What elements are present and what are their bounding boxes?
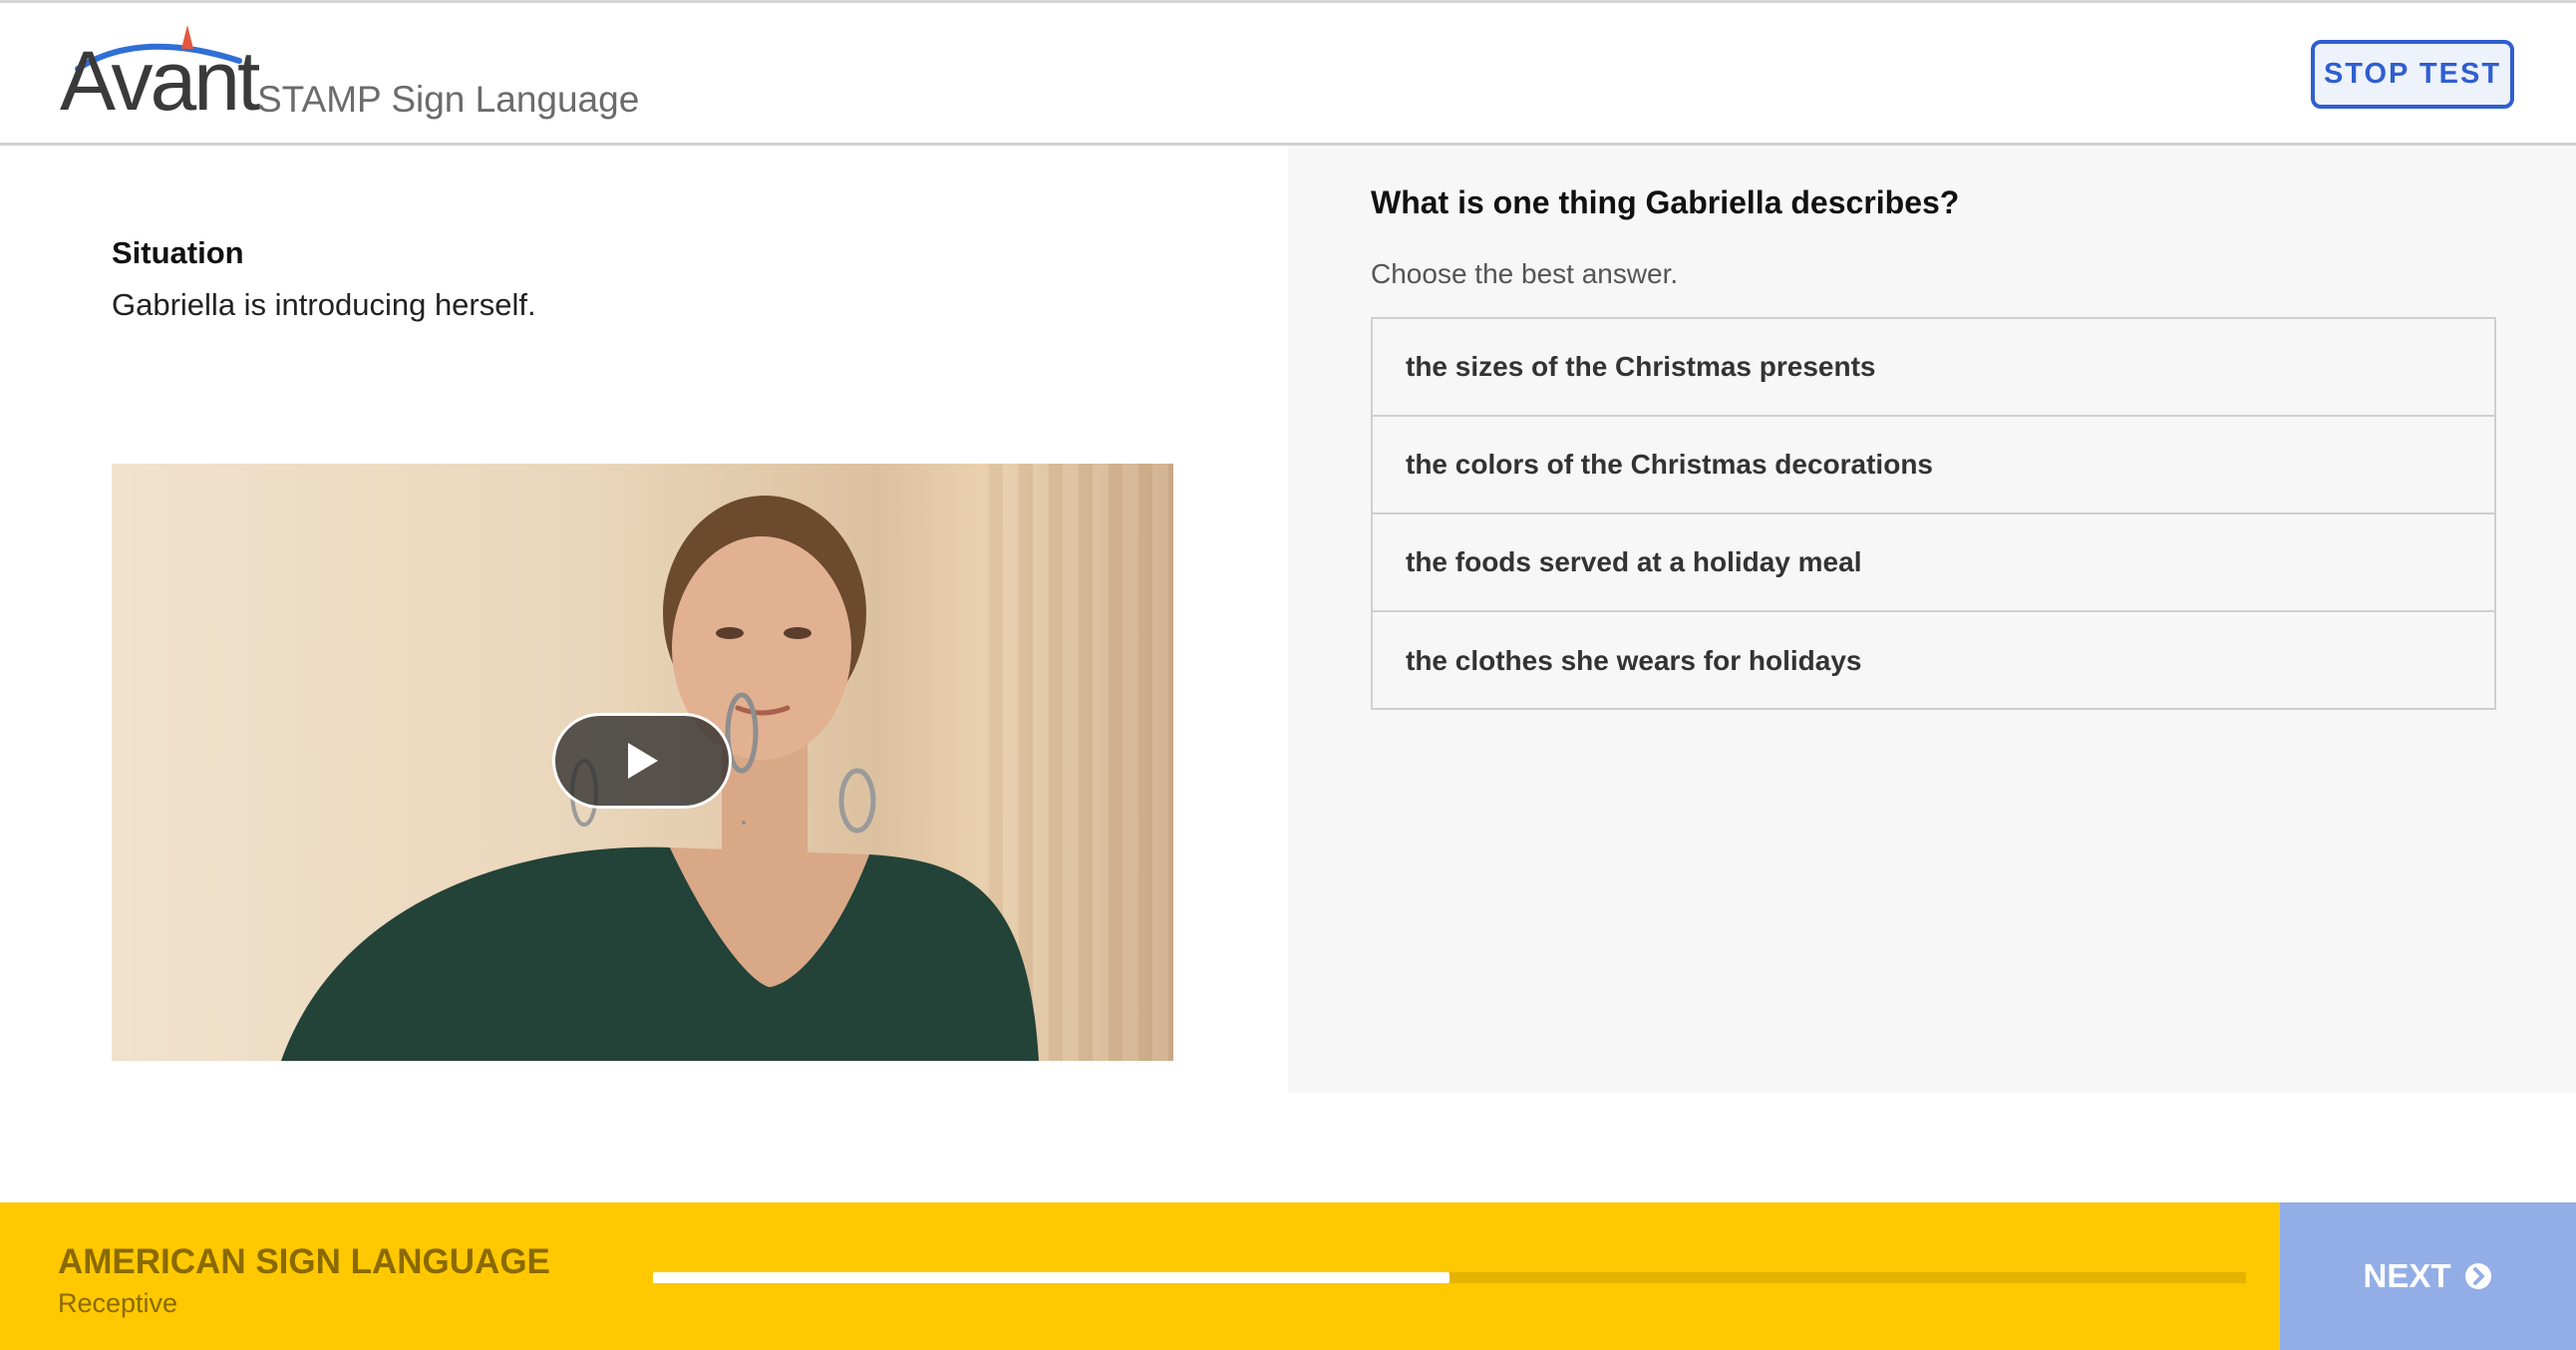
situation-label: Situation <box>112 235 244 270</box>
answer-option[interactable]: the clothes she wears for holidays <box>1373 612 2494 710</box>
question-prompt: What is one thing Gabriella describes? <box>1371 184 1960 220</box>
question-instruction: Choose the best answer. <box>1371 258 1679 289</box>
test-mode: Receptive <box>58 1288 178 1318</box>
footer-bar: AMERICAN SIGN LANGUAGE Receptive <box>0 1202 2280 1350</box>
situation-text: Gabriella is introducing herself. <box>112 287 536 322</box>
next-label: NEXT <box>2363 1257 2451 1294</box>
next-button[interactable]: NEXT <box>2280 1202 2576 1350</box>
answer-option[interactable]: the foods served at a holiday meal <box>1373 514 2494 612</box>
header: Avant STAMP Sign Language STOP TEST <box>0 3 2576 146</box>
video-player[interactable] <box>112 464 1173 1061</box>
play-button[interactable] <box>552 713 732 809</box>
answer-list: the sizes of the Christmas presents the … <box>1371 317 2496 710</box>
product-name: STAMP Sign Language <box>257 79 640 120</box>
progress-bar <box>653 1272 2246 1283</box>
chevron-right-circle-icon <box>2463 1261 2493 1291</box>
avant-logo: Avant <box>60 21 260 131</box>
answer-option[interactable]: the sizes of the Christmas presents <box>1373 319 2494 417</box>
progress-fill <box>653 1272 1449 1283</box>
logo-text: Avant <box>60 34 260 128</box>
stop-test-button[interactable]: STOP TEST <box>2311 40 2514 109</box>
language-title: AMERICAN SIGN LANGUAGE <box>58 1242 550 1281</box>
play-icon <box>628 743 658 779</box>
answer-option[interactable]: the colors of the Christmas decorations <box>1373 417 2494 514</box>
